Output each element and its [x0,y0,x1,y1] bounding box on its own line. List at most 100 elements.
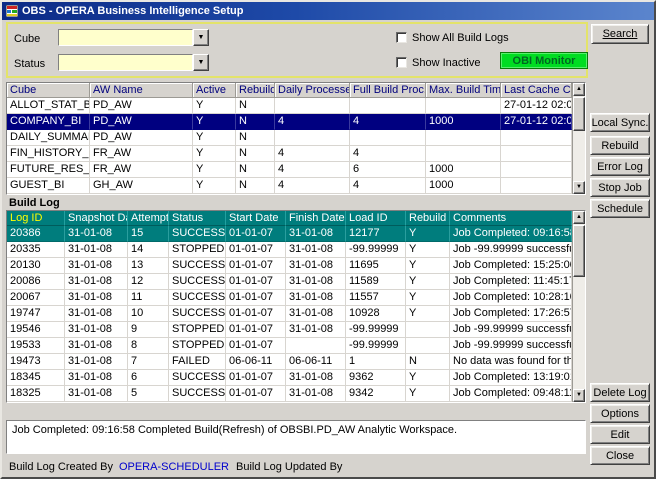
table-cell [286,338,346,354]
table-row[interactable]: 1832531-01-085SUCCESS01-01-0731-01-08934… [7,386,572,402]
table-cell: 31-01-08 [65,274,128,290]
scroll-down-icon[interactable]: ▼ [573,389,585,402]
table-row[interactable]: 1954631-01-089STOPPED01-01-0731-01-08-99… [7,322,572,338]
table-cell [501,130,572,146]
table-cell: 11 [128,290,169,306]
table-row[interactable]: 1974731-01-0810SUCCESS01-01-0731-01-0810… [7,306,572,322]
table-cell: Y [406,290,450,306]
rebuild-button[interactable]: Rebuild [590,136,650,155]
scroll-track[interactable] [573,277,585,389]
table-cell: SUCCESS [169,226,226,242]
table-cell: Y [406,274,450,290]
table-cell: SUCCESS [169,290,226,306]
obi-monitor-button[interactable]: OBI Monitor [500,52,588,69]
table-cell: 18345 [7,370,65,386]
schedule-button[interactable]: Schedule [590,199,650,218]
table-cell: No data was found for the s [450,354,572,370]
updated-by-label: Build Log Updated By [236,461,342,473]
created-by-label: Build Log Created By [9,461,113,473]
created-by-value: OPERA-SCHEDULER [119,461,229,473]
table-cell: Job Completed: 17:26:57 C [450,306,572,322]
table-cell: Y [193,162,236,178]
titlebar[interactable]: OBS - OPERA Business Intelligence Setup [2,2,654,20]
table-cell: 01-01-07 [226,274,286,290]
show-inactive-checkbox[interactable]: Show Inactive [396,56,480,69]
table-cell [501,178,572,194]
column-header: Last Cache Clear [501,83,572,98]
close-button[interactable]: Close [590,446,650,465]
column-header: Rebuild [236,83,275,98]
table-cell: 10928 [346,306,406,322]
table-cell: Job Completed: 13:19:01 C [450,370,572,386]
table-cell: 5 [128,386,169,402]
column-header: AW Name [90,83,193,98]
table-cell: Job -99.99999 successfully [450,242,572,258]
options-button[interactable]: Options [590,404,650,423]
search-button[interactable]: Search [591,24,649,44]
build-log-section-label: Build Log [9,197,60,209]
table-cell: 19546 [7,322,65,338]
build-log-scrollbar[interactable]: ▲ ▼ [572,211,585,402]
show-all-build-logs-checkbox[interactable]: Show All Build Logs [396,31,509,44]
scroll-thumb[interactable] [573,97,585,131]
scroll-up-icon[interactable]: ▲ [573,211,585,224]
column-header: Attempt [128,211,169,226]
table-cell: N [406,354,450,370]
table-cell: N [236,162,275,178]
status-dropdown-button[interactable]: ▼ [193,54,209,71]
delete-log-button[interactable]: Delete Log [590,383,650,402]
cube-dropdown-button[interactable]: ▼ [193,29,209,46]
table-cell: 31-01-08 [286,322,346,338]
cube-select[interactable] [58,29,193,46]
table-row[interactable]: 2008631-01-0812SUCCESS01-01-0731-01-0811… [7,274,572,290]
table-row[interactable]: 2033531-01-0814STOPPED01-01-0731-01-08-9… [7,242,572,258]
scroll-down-icon[interactable]: ▼ [573,181,585,194]
cube-table-scrollbar[interactable]: ▲ ▼ [572,83,585,194]
table-row[interactable]: 1947331-01-087FAILED06-06-1106-06-111NNo… [7,354,572,370]
table-row[interactable]: GUEST_BIGH_AWYN441000 [7,178,572,194]
scroll-thumb[interactable] [573,225,585,277]
table-cell: 31-01-08 [65,354,128,370]
table-cell: Job Completed: 09:16:58 C [450,226,572,242]
table-row[interactable]: FIN_HISTORY_BIFR_AWYN44 [7,146,572,162]
stop-job-button[interactable]: Stop Job [590,178,650,197]
table-row[interactable]: ALLOT_STAT_BIPD_AWYN27-01-12 02:05 PM [7,98,572,114]
checkbox-icon [396,32,407,43]
obs-setup-window: OBS - OPERA Business Intelligence Setup … [0,0,656,479]
column-header: Load ID [346,211,406,226]
cube-table: CubeAW NameActiveRebuildDaily ProcessesF… [6,82,586,195]
table-cell: N [236,146,275,162]
scroll-track[interactable] [573,131,585,181]
table-row[interactable]: 1834531-01-086SUCCESS01-01-0731-01-08936… [7,370,572,386]
table-cell: 31-01-08 [286,274,346,290]
table-cell: 31-01-08 [65,290,128,306]
table-cell: Y [193,146,236,162]
table-cell: 19747 [7,306,65,322]
table-cell: FAILED [169,354,226,370]
table-row[interactable]: 2006731-01-0811SUCCESS01-01-0731-01-0811… [7,290,572,306]
table-cell: -99.99999 [346,338,406,354]
error-log-button[interactable]: Error Log [590,157,650,176]
scroll-up-icon[interactable]: ▲ [573,83,585,96]
column-header: Status [169,211,226,226]
grid-header-row: CubeAW NameActiveRebuildDaily ProcessesF… [7,83,572,98]
table-cell: GH_AW [90,178,193,194]
table-cell: Y [193,98,236,114]
chevron-down-icon: ▼ [198,59,205,66]
column-header: Full Build Proc. [350,83,426,98]
table-row[interactable]: COMPANY_BIPD_AWYN44100027-01-12 02:05 PM [7,114,572,130]
column-header: Active [193,83,236,98]
table-cell: N [236,114,275,130]
table-cell: Job Completed: 11:45:17 C [450,274,572,290]
status-select[interactable] [58,54,193,71]
table-row[interactable]: FUTURE_RES_BIFR_AWYN461000 [7,162,572,178]
edit-button[interactable]: Edit [590,425,650,444]
local-sync-button[interactable]: Local Sync. [590,113,650,132]
table-row[interactable]: 2038631-01-0815SUCCESS01-01-0731-01-0812… [7,226,572,242]
table-cell: FR_AW [90,162,193,178]
table-cell: 06-06-11 [286,354,346,370]
table-row[interactable]: 2013031-01-0813SUCCESS01-01-0731-01-0811… [7,258,572,274]
comment-detail-field[interactable]: Job Completed: 09:16:58 Completed Build(… [6,420,586,454]
table-row[interactable]: 1953331-01-088STOPPED01-01-07-99.99999Jo… [7,338,572,354]
table-row[interactable]: DAILY_SUMMARY_BIPD_AWYN [7,130,572,146]
